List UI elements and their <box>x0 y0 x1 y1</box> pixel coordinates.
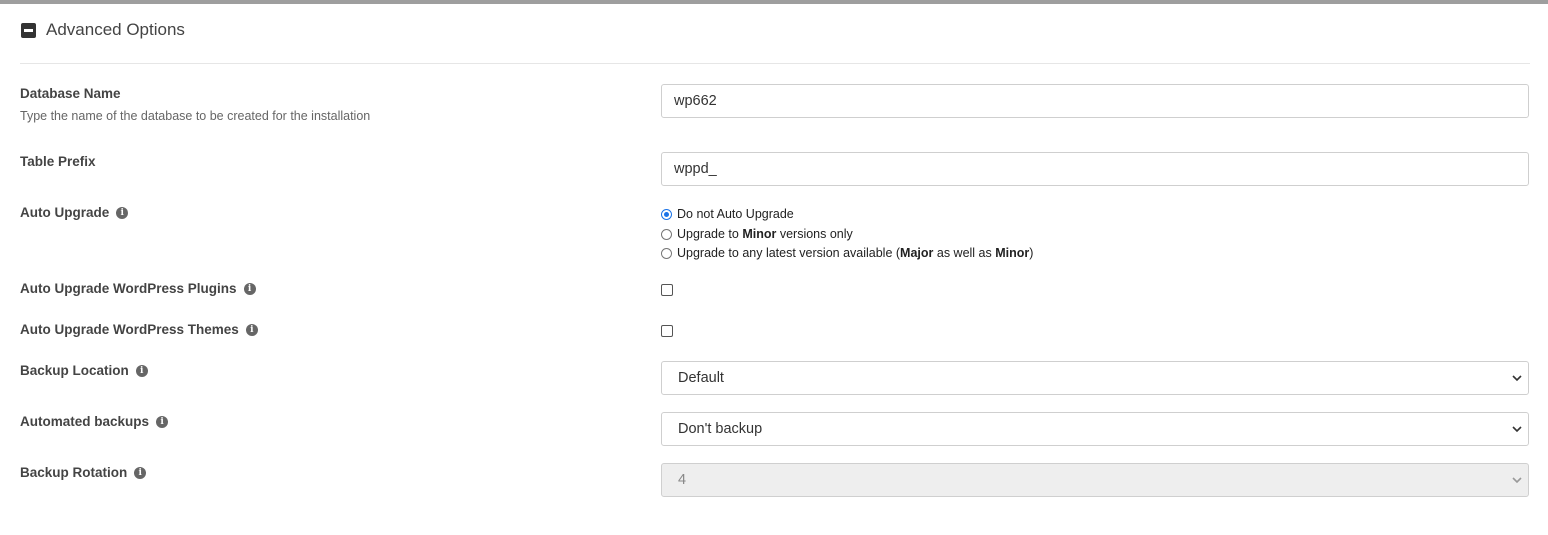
auto-upgrade-themes-label-text: Auto Upgrade WordPress Themes <box>20 322 239 337</box>
info-icon[interactable]: i <box>116 206 129 219</box>
top-border <box>0 0 1548 4</box>
auto-upgrade-plugins-label: Auto Upgrade WordPress Plugins i <box>20 281 256 296</box>
auto-upgrade-label: Auto Upgrade i <box>20 205 129 220</box>
info-icon[interactable]: i <box>156 415 169 428</box>
collapse-minus-icon[interactable] <box>21 22 36 38</box>
table-prefix-label-text: Table Prefix <box>20 154 96 169</box>
select-value: Don't backup <box>678 421 763 437</box>
radio-label: Upgrade to any latest version available … <box>677 246 1033 260</box>
info-icon[interactable]: i <box>243 282 256 295</box>
radio-label-bold: Minor <box>742 227 777 241</box>
database-name-label: Database Name <box>20 86 121 101</box>
backup-location-select[interactable]: Default <box>661 361 1529 395</box>
info-icon[interactable]: i <box>245 323 258 336</box>
radio-label-part: versions only <box>776 227 853 241</box>
radio-label-part: Upgrade to <box>677 227 743 241</box>
chevron-down-icon <box>1512 375 1522 382</box>
section-header[interactable]: Advanced Options <box>21 20 185 40</box>
radio-label-part: as well as <box>933 246 996 260</box>
database-name-description: Type the name of the database to be crea… <box>20 109 371 123</box>
radio-label: Upgrade to Minor versions only <box>677 227 853 241</box>
info-icon[interactable]: i <box>135 364 148 377</box>
backup-location-label-text: Backup Location <box>20 363 129 378</box>
radio-label-bold: Major <box>900 246 934 260</box>
auto-upgrade-plugins-label-text: Auto Upgrade WordPress Plugins <box>20 281 237 296</box>
section-title: Advanced Options <box>46 20 185 39</box>
auto-upgrade-label-text: Auto Upgrade <box>20 205 110 220</box>
auto-upgrade-themes-checkbox[interactable] <box>661 325 673 337</box>
info-icon[interactable]: i <box>134 466 147 479</box>
radio-label: Do not Auto Upgrade <box>677 207 794 221</box>
radio-upgrade-latest[interactable]: Upgrade to any latest version available … <box>661 246 1033 260</box>
backup-rotation-label-text: Backup Rotation <box>20 465 128 480</box>
backup-rotation-label: Backup Rotation i <box>20 465 147 480</box>
chevron-down-icon <box>1512 426 1522 433</box>
auto-upgrade-plugins-checkbox[interactable] <box>661 284 673 296</box>
select-value: Default <box>678 370 724 386</box>
radio-label-part: ) <box>1029 246 1034 260</box>
radio-button[interactable] <box>661 228 672 240</box>
backup-location-label: Backup Location i <box>20 363 148 378</box>
automated-backups-select[interactable]: Don't backup <box>661 412 1529 446</box>
radio-no-auto-upgrade[interactable]: Do not Auto Upgrade <box>661 207 794 221</box>
automated-backups-label: Automated backups i <box>20 414 169 429</box>
radio-label-bold: Minor <box>995 246 1030 260</box>
backup-rotation-select: 4 <box>661 463 1529 497</box>
chevron-down-icon <box>1512 477 1522 484</box>
radio-upgrade-minor[interactable]: Upgrade to Minor versions only <box>661 227 853 241</box>
table-prefix-input[interactable] <box>661 152 1529 186</box>
select-value: 4 <box>678 472 687 488</box>
database-name-input[interactable] <box>661 84 1529 118</box>
radio-label-part: Upgrade to any latest version available … <box>677 246 901 260</box>
database-name-label-text: Database Name <box>20 86 121 101</box>
section-divider <box>20 63 1530 64</box>
automated-backups-label-text: Automated backups <box>20 414 150 429</box>
auto-upgrade-themes-label: Auto Upgrade WordPress Themes i <box>20 322 258 337</box>
radio-button-checked[interactable] <box>661 208 672 220</box>
table-prefix-label: Table Prefix <box>20 154 96 169</box>
radio-button[interactable] <box>661 247 672 259</box>
